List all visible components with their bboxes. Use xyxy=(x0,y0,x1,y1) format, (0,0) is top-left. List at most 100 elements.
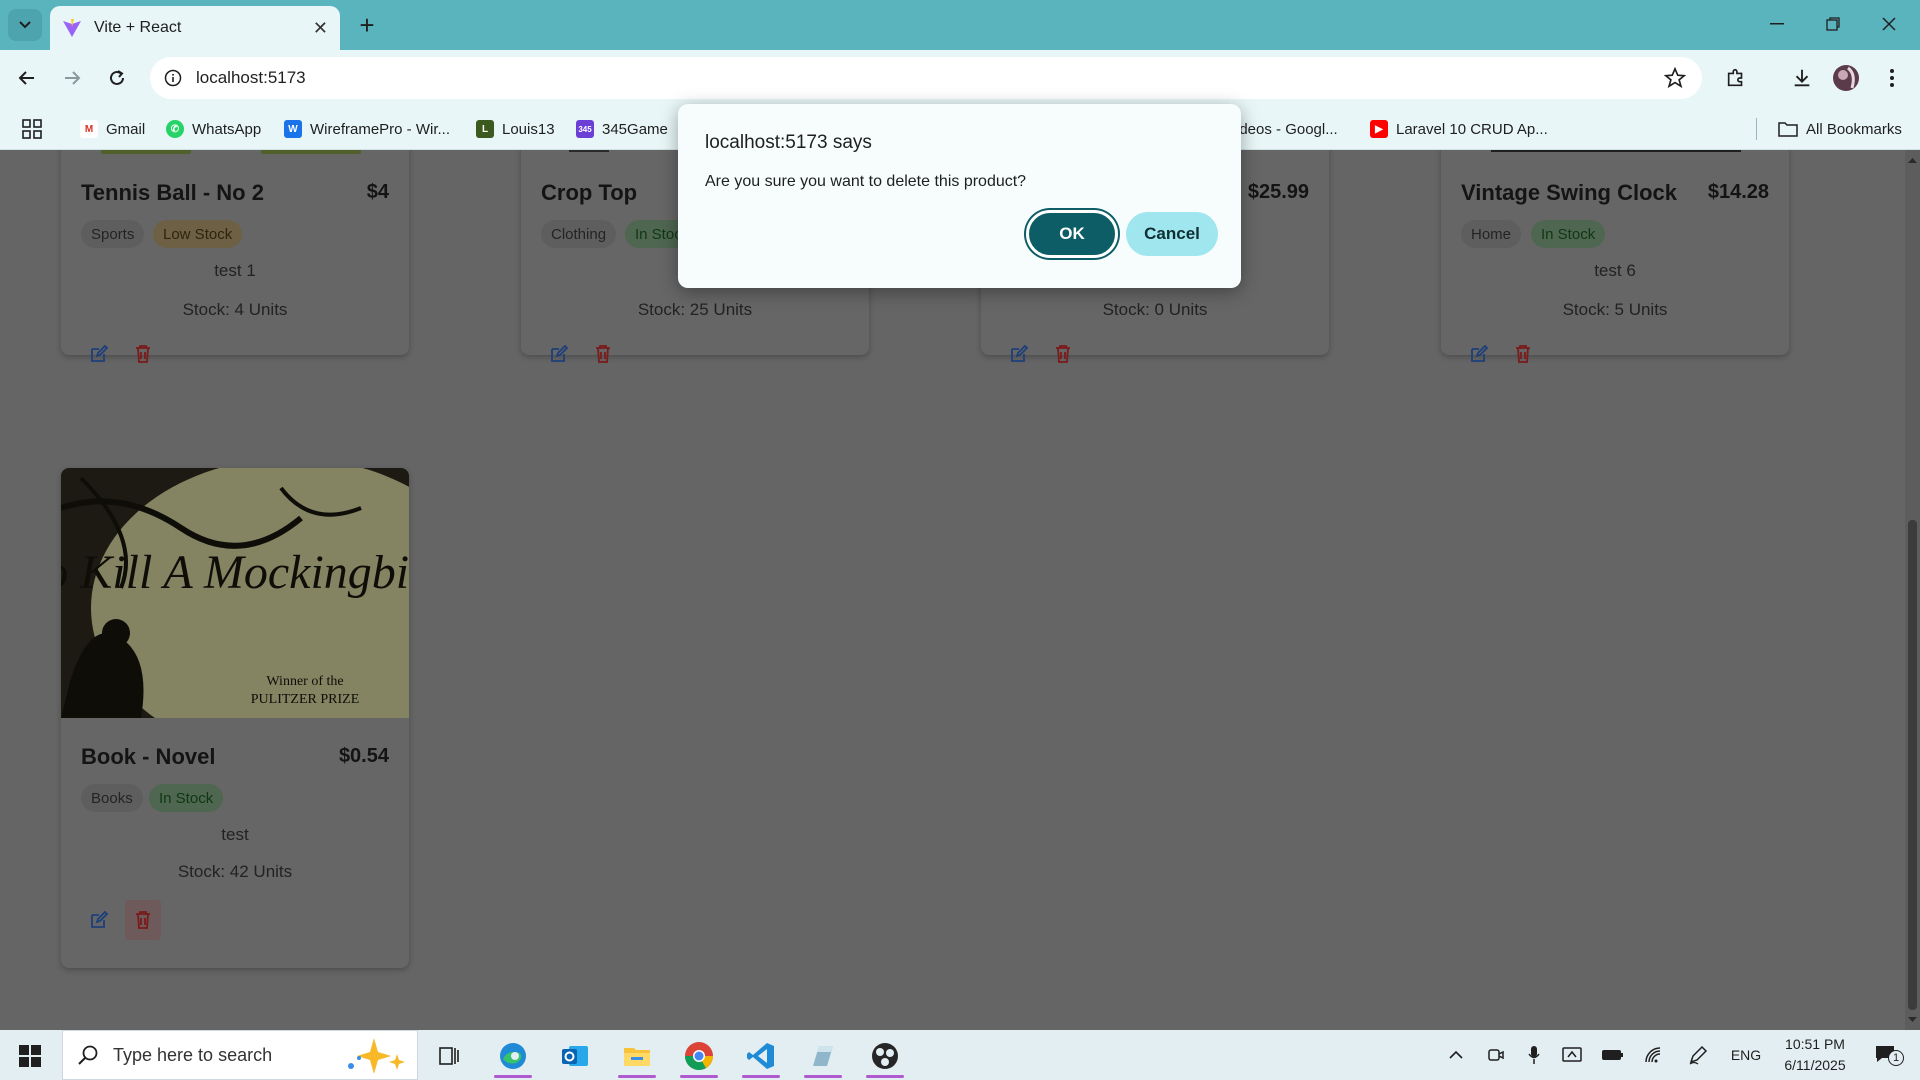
language-indicator[interactable]: ENG xyxy=(1726,1044,1766,1066)
downloads-button[interactable] xyxy=(1786,62,1818,94)
obs-icon xyxy=(872,1043,898,1069)
meet-now-icon[interactable] xyxy=(1484,1044,1508,1066)
product-stock: Stock: 0 Units xyxy=(1102,300,1208,319)
edit-button[interactable] xyxy=(541,334,577,374)
trash-icon xyxy=(136,345,150,363)
obs-app[interactable] xyxy=(858,1034,912,1078)
tab-close-icon[interactable]: ✕ xyxy=(313,18,328,39)
ok-button[interactable]: OK xyxy=(1026,210,1118,258)
delete-button[interactable] xyxy=(585,334,621,374)
task-view-icon xyxy=(439,1047,459,1065)
delete-button[interactable] xyxy=(125,900,161,940)
show-hidden-icons-button[interactable] xyxy=(1444,1044,1468,1066)
delete-button[interactable] xyxy=(125,334,161,374)
screen-icon xyxy=(1562,1047,1582,1062)
book-cover-title: To Kill A Mockingbird xyxy=(61,546,409,599)
pen-icon[interactable] xyxy=(1686,1044,1710,1066)
scroll-down-icon[interactable] xyxy=(1905,1014,1920,1026)
bookmark-louis13[interactable]: L Louis13 xyxy=(476,117,555,141)
profile-button[interactable] xyxy=(1830,62,1862,94)
delete-button[interactable] xyxy=(1505,334,1541,374)
pinned-app[interactable] xyxy=(796,1034,850,1078)
new-tab-button[interactable]: + xyxy=(352,10,382,40)
all-bookmarks-button[interactable]: All Bookmarks xyxy=(1778,117,1902,141)
browser-menu-button[interactable] xyxy=(1876,62,1908,94)
running-indicator xyxy=(742,1075,780,1078)
bookmark-label: Louis13 xyxy=(502,120,555,138)
running-indicator xyxy=(866,1075,904,1078)
bookmark-whatsapp[interactable]: ✆ WhatsApp xyxy=(166,117,261,141)
running-indicator xyxy=(618,1075,656,1078)
product-image-strip xyxy=(1491,150,1741,152)
chrome-app[interactable] xyxy=(672,1034,726,1078)
scroll-up-icon[interactable] xyxy=(1905,154,1920,166)
folder-icon xyxy=(624,1048,650,1066)
product-name: Vintage Swing Clock xyxy=(1461,180,1677,205)
restore-button[interactable] xyxy=(1810,8,1856,40)
product-description: test xyxy=(221,825,249,844)
reload-button[interactable] xyxy=(101,62,133,94)
trash-icon xyxy=(1056,345,1070,363)
windows-taskbar: Type here to search ENG 10:51 PM 6/11/20… xyxy=(0,1030,1920,1080)
forward-button[interactable] xyxy=(56,62,88,94)
address-bar[interactable]: localhost:5173 xyxy=(150,57,1702,99)
trash-icon xyxy=(136,911,150,929)
gmail-icon: M xyxy=(80,120,98,138)
chrome-icon xyxy=(685,1042,713,1070)
running-indicator xyxy=(494,1075,532,1078)
active-tab[interactable]: Vite + React ✕ xyxy=(50,6,340,50)
battery-charging-icon xyxy=(1602,1050,1623,1060)
bookmark-label: Gmail xyxy=(106,120,146,138)
product-stock: Stock: 5 Units xyxy=(1562,300,1668,319)
folder-icon xyxy=(1778,122,1798,137)
delete-button[interactable] xyxy=(1045,334,1081,374)
outlook-app[interactable] xyxy=(548,1034,602,1078)
site-info-icon[interactable] xyxy=(164,69,182,87)
bookmark-laravel[interactable]: ▶ Laravel 10 CRUD Ap... xyxy=(1370,117,1548,141)
taskbar-search[interactable]: Type here to search xyxy=(62,1030,418,1080)
bookmark-videos-google[interactable]: ideos - Googl... xyxy=(1236,117,1338,141)
scrollbar-thumb[interactable] xyxy=(1908,520,1917,1010)
display-icon[interactable] xyxy=(1560,1044,1584,1066)
edit-icon xyxy=(1011,344,1029,362)
youtube-icon: ▶ xyxy=(1370,120,1388,138)
status-badge: Low Stock xyxy=(153,220,243,248)
bookmark-label: WireframePro - Wir... xyxy=(310,120,451,138)
edge-icon xyxy=(500,1043,526,1069)
microphone-icon[interactable] xyxy=(1522,1044,1546,1066)
product-stock: Stock: 4 Units xyxy=(182,300,288,319)
vscode-app[interactable] xyxy=(734,1034,788,1078)
back-button[interactable] xyxy=(11,62,43,94)
windows-logo-icon xyxy=(19,1045,41,1067)
notification-count: 1 xyxy=(1888,1050,1904,1066)
cancel-button[interactable]: Cancel xyxy=(1126,212,1218,256)
tab-search-button[interactable] xyxy=(8,9,42,41)
edit-button[interactable] xyxy=(1461,334,1497,374)
restore-icon xyxy=(1826,17,1840,31)
battery-icon[interactable] xyxy=(1600,1044,1626,1066)
bookmark-wireframepro[interactable]: W WireframePro - Wir... xyxy=(284,117,450,141)
edit-button[interactable] xyxy=(81,334,117,374)
clock[interactable]: 10:51 PM 6/11/2025 xyxy=(1770,1034,1860,1076)
task-view-button[interactable] xyxy=(422,1034,476,1078)
edit-button[interactable] xyxy=(1001,334,1037,374)
file-explorer-app[interactable] xyxy=(610,1034,664,1078)
browser-tab-strip: Vite + React ✕ + xyxy=(0,0,1920,50)
wireframepro-icon: W xyxy=(284,120,302,138)
start-button[interactable] xyxy=(10,1040,50,1072)
extensions-button[interactable] xyxy=(1720,62,1752,94)
bookmark-gmail[interactable]: M Gmail xyxy=(80,117,145,141)
apps-button[interactable] xyxy=(22,117,42,141)
minimize-button[interactable] xyxy=(1754,8,1800,40)
bookmark-star-icon[interactable] xyxy=(1664,67,1686,89)
notifications-button[interactable]: 1 xyxy=(1866,1044,1906,1066)
product-name: Crop Top xyxy=(541,180,638,205)
close-window-button[interactable] xyxy=(1866,8,1912,40)
edit-button[interactable] xyxy=(81,900,117,940)
page-scrollbar[interactable] xyxy=(1905,150,1920,1030)
edge-app[interactable] xyxy=(486,1034,540,1078)
345game-icon: 345 xyxy=(576,120,594,138)
bookmark-label: 345Game xyxy=(602,120,668,138)
bookmark-345game[interactable]: 345 345Game xyxy=(576,117,668,141)
wifi-icon[interactable] xyxy=(1642,1044,1666,1066)
